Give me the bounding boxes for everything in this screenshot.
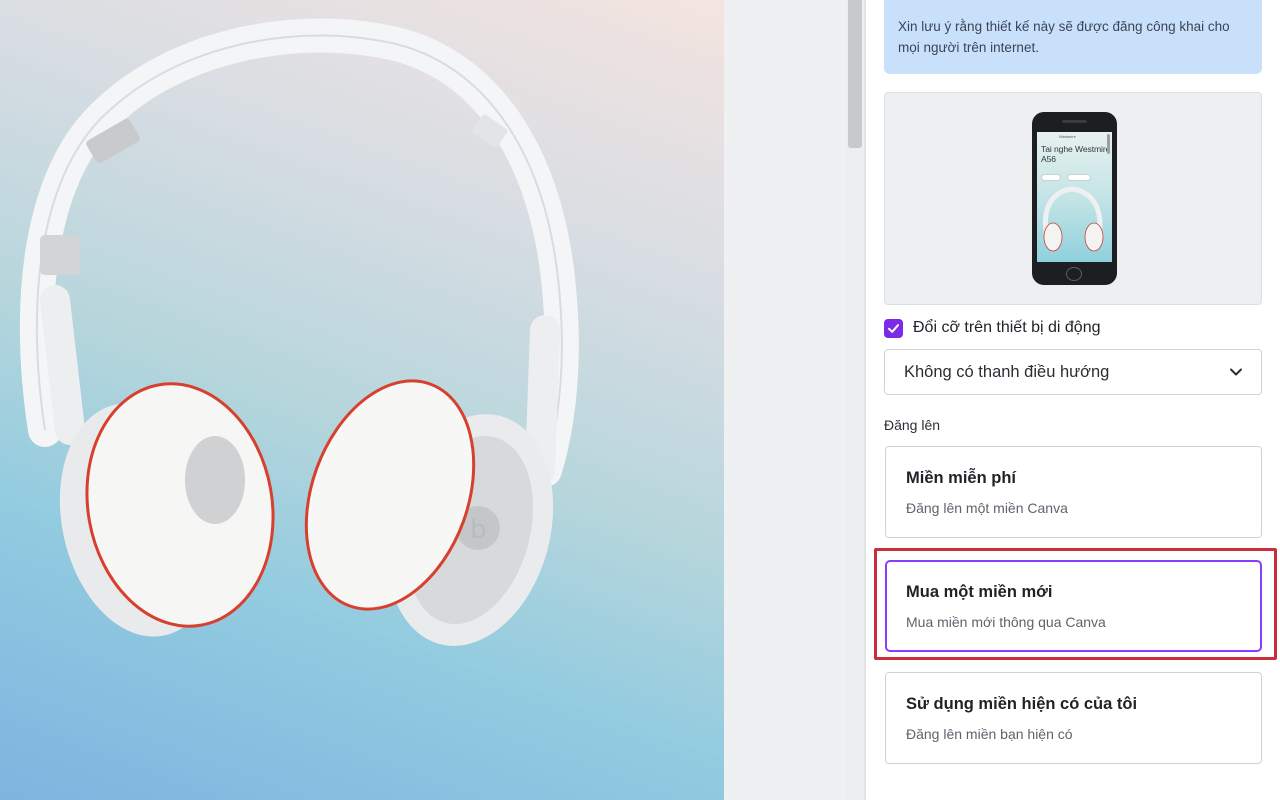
- editor-gutter: [724, 0, 864, 800]
- publish-to-label: Đăng lên: [884, 417, 941, 433]
- free-domain-option[interactable]: Miền miễn phí Đăng lên một miền Canva: [885, 446, 1262, 538]
- buy-new-domain-option[interactable]: Mua một miền mới Mua miền mới thông qua …: [885, 560, 1262, 652]
- option-subtitle: Mua miền mới thông qua Canva: [906, 614, 1106, 630]
- mobile-preview: Westmire Tai nghe Westmire A56: [884, 92, 1262, 305]
- phone-home-button: [1066, 267, 1082, 281]
- design-canvas[interactable]: b: [0, 0, 724, 800]
- publish-panel: Xin lưu ý rằng thiết kế này sẽ được đăng…: [866, 0, 1280, 800]
- public-notice: Xin lưu ý rằng thiết kế này sẽ được đăng…: [884, 0, 1262, 74]
- phone-mockup: Westmire Tai nghe Westmire A56: [1032, 112, 1117, 285]
- check-icon: [888, 323, 899, 333]
- option-title: Mua một miền mới: [906, 583, 1053, 601]
- svg-text:b: b: [470, 515, 487, 545]
- phone-speaker: [1062, 120, 1087, 123]
- option-title: Miền miễn phí: [906, 469, 1017, 487]
- phone-screen: Westmire Tai nghe Westmire A56: [1037, 132, 1112, 262]
- option-title: Sử dụng miền hiện có của tôi: [906, 695, 1138, 713]
- navigation-select-value: Không có thanh điều hướng: [904, 362, 1110, 381]
- preview-headphones-image: [1042, 186, 1104, 252]
- option-subtitle: Đăng lên miền bạn hiện có: [906, 726, 1073, 742]
- canvas-scrollbar-thumb[interactable]: [848, 0, 862, 148]
- mobile-resize-option[interactable]: Đổi cỡ trên thiết bị di động: [884, 318, 1100, 338]
- option-subtitle: Đăng lên một miền Canva: [906, 500, 1068, 516]
- chevron-down-icon: [1230, 368, 1242, 376]
- mobile-resize-label: Đổi cỡ trên thiết bị di động: [913, 319, 1101, 336]
- existing-domain-option[interactable]: Sử dụng miền hiện có của tôi Đăng lên mi…: [885, 672, 1262, 764]
- mobile-resize-checkbox[interactable]: [884, 318, 903, 338]
- headphones-image: b: [19, 18, 579, 646]
- navigation-select[interactable]: Không có thanh điều hướng: [884, 349, 1262, 395]
